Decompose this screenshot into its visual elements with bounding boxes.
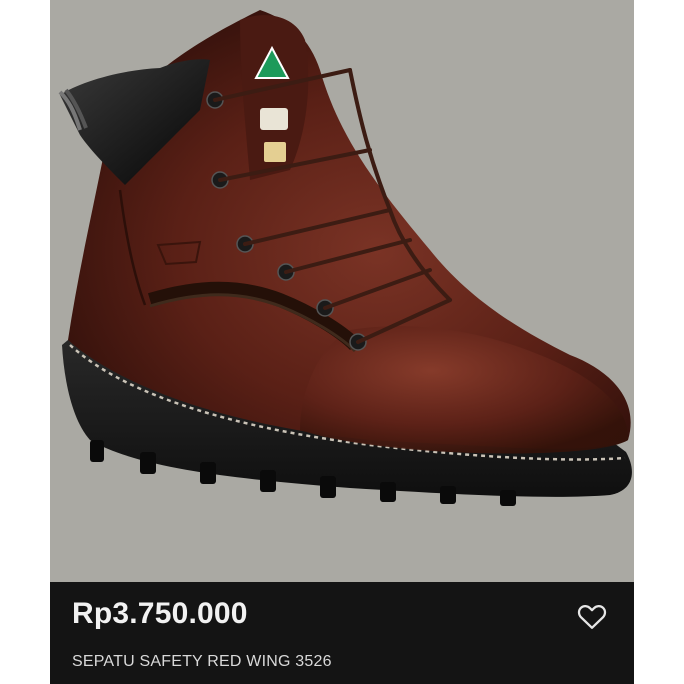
product-title[interactable]: SEPATU SAFETY RED WING 3526 xyxy=(72,653,332,671)
product-price: Rp3.750.000 xyxy=(72,597,248,630)
product-image[interactable] xyxy=(50,0,634,582)
product-card[interactable]: Rp3.750.000 SEPATU SAFETY RED WING 3526 xyxy=(50,0,634,684)
boot-illustration xyxy=(58,10,632,506)
product-info: Rp3.750.000 SEPATU SAFETY RED WING 3526 xyxy=(50,582,634,684)
heart-outline-icon xyxy=(577,605,607,629)
favorite-button[interactable] xyxy=(575,599,609,633)
